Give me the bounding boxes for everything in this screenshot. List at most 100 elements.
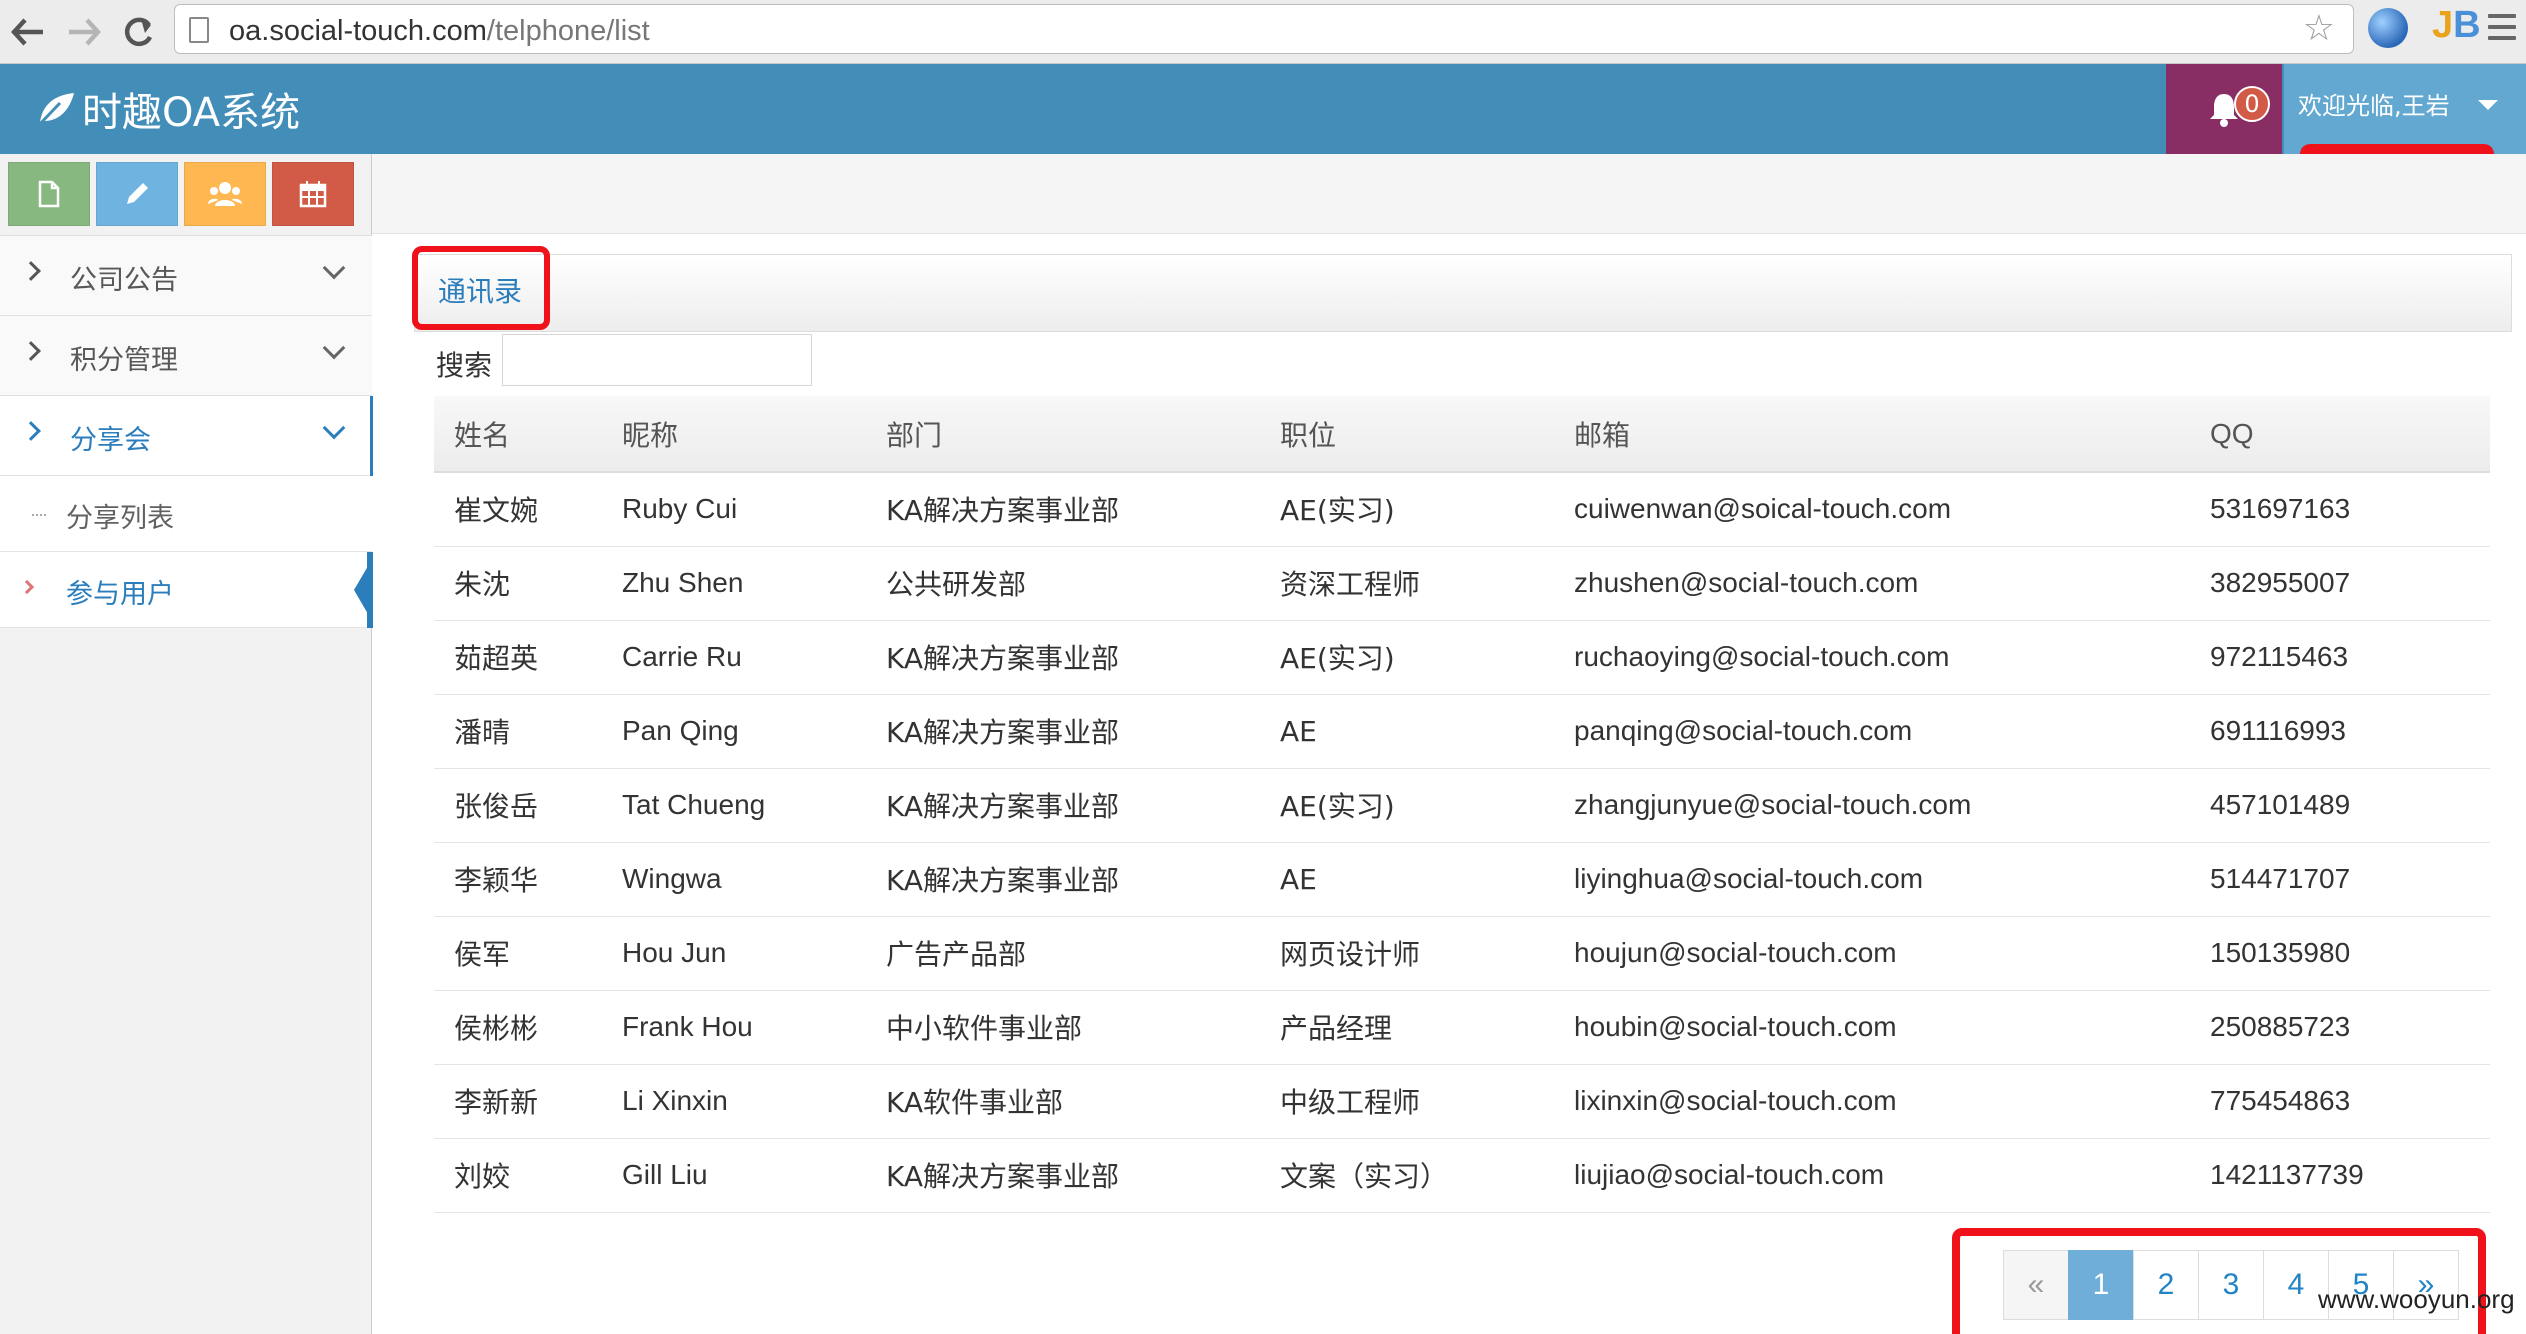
watermark-text: www.wooyun.org (2318, 1284, 2515, 1314)
shortcut-calendar-button[interactable] (272, 162, 354, 226)
cell-email: liujiao@social-touch.com (1554, 1138, 2190, 1213)
cell-email: lixinxin@social-touch.com (1554, 1064, 2190, 1139)
browser-menu-icon[interactable] (2488, 14, 2516, 47)
active-pointer (354, 566, 368, 614)
search-label: 搜索 (436, 349, 493, 382)
cell-nickname: Pan Qing (602, 694, 866, 769)
back-arrow-icon[interactable] (6, 10, 50, 54)
cell-name: 朱沈 (434, 546, 602, 621)
cell-department: KA解决方案事业部 (866, 1138, 1260, 1213)
cell-name: 刘姣 (434, 1138, 602, 1213)
bookmark-star-icon[interactable]: ☆ (2303, 11, 2335, 47)
globe-extension-icon[interactable] (2368, 8, 2408, 48)
chevron-right-icon (21, 421, 41, 441)
cell-email: ruchaoying@social-touch.com (1554, 620, 2190, 695)
chevron-down-icon (322, 416, 346, 440)
shortcut-pencil-button[interactable] (96, 162, 178, 226)
url-text[interactable]: oa.social-touch.com/telphone/list (229, 15, 650, 48)
table-row: 潘晴 Pan Qing KA解决方案事业部 AE panqing@social-touc… (434, 694, 2490, 769)
cell-nickname: Hou Jun (602, 916, 866, 991)
sidebar-item-sharing[interactable]: 分享会 (0, 396, 373, 476)
cell-department: KA软件事业部 (866, 1064, 1260, 1139)
sidebar-subitem-share-list[interactable]: 分享列表 (0, 476, 372, 552)
reload-icon[interactable] (116, 10, 160, 54)
chevron-down-icon (322, 336, 346, 360)
jetbrains-extension-icon[interactable]: JB (2432, 4, 2481, 47)
table-header-row: 姓名 昵称 部门 职位 邮箱 QQ (434, 396, 2490, 473)
table-row: 侯军 Hou Jun 广告产品部 网页设计师 houjun@social-touch.c… (434, 916, 2490, 991)
cell-nickname: Li Xinxin (602, 1064, 866, 1139)
cell-name: 李颖华 (434, 842, 602, 917)
cell-email: zhushen@social-touch.com (1554, 546, 2190, 621)
cell-department: KA解决方案事业部 (866, 842, 1260, 917)
sidebar-item-announcements[interactable]: 公司公告 (0, 236, 372, 316)
annotation-box-pagination (1952, 1228, 2486, 1334)
cell-position: AE(实习) (1260, 472, 1554, 547)
sidebar-item-label: 公司公告 (70, 265, 178, 296)
cell-qq: 457101489 (2190, 768, 2490, 843)
cell-name: 李新新 (434, 1064, 602, 1139)
cell-position: 网页设计师 (1260, 916, 1554, 991)
forward-arrow-icon[interactable] (62, 10, 106, 54)
calendar-icon (299, 181, 327, 208)
cell-email: zhangjunyue@social-touch.com (1554, 768, 2190, 843)
sidebar-item-label: 积分管理 (70, 345, 178, 376)
cell-position: AE (1260, 842, 1554, 917)
contacts-table: 姓名 昵称 部门 职位 邮箱 QQ 崔文婉 Ruby Cui KA解决方案事业部 AE… (434, 396, 2490, 1213)
cell-name: 侯军 (434, 916, 602, 991)
sidebar-item-points[interactable]: 积分管理 (0, 316, 372, 396)
cell-nickname: Gill Liu (602, 1138, 866, 1213)
chevron-right-icon (19, 579, 35, 595)
address-bar[interactable]: oa.social-touch.com/telphone/list ☆ (174, 4, 2354, 54)
annotation-box-title (412, 246, 550, 330)
breadcrumb-bar (372, 154, 2526, 234)
notification-badge: 0 (2234, 86, 2270, 122)
sidebar-item-label: 分享会 (70, 425, 151, 456)
column-header-department[interactable]: 部门 (866, 396, 1260, 473)
caret-down-icon (2478, 100, 2498, 110)
cell-position: 资深工程师 (1260, 546, 1554, 621)
brand-title: 时趣OA系统 (82, 90, 301, 136)
cell-position: 产品经理 (1260, 990, 1554, 1065)
cell-qq: 531697163 (2190, 472, 2490, 547)
cell-position: 文案（实习） (1260, 1138, 1554, 1213)
cell-email: liyinghua@social-touch.com (1554, 842, 2190, 917)
search-input[interactable] (502, 334, 812, 386)
cell-name: 潘晴 (434, 694, 602, 769)
cell-email: panqing@social-touch.com (1554, 694, 2190, 769)
browser-toolbar: oa.social-touch.com/telphone/list ☆ JB (0, 0, 2526, 64)
cell-qq: 972115463 (2190, 620, 2490, 695)
column-header-nickname[interactable]: 昵称 (602, 396, 866, 473)
table-row: 茹超英 Carrie Ru KA解决方案事业部 AE(实习) ruchaoying@so… (434, 620, 2490, 695)
table-row: 李颖华 Wingwa KA解决方案事业部 AE liyinghua@social-tou… (434, 842, 2490, 917)
cell-nickname: Frank Hou (602, 990, 866, 1065)
table-row: 侯彬彬 Frank Hou 中小软件事业部 产品经理 houbin@social-tou… (434, 990, 2490, 1065)
cell-qq: 775454863 (2190, 1064, 2490, 1139)
document-icon (38, 180, 60, 208)
notifications-button[interactable]: 0 (2166, 64, 2282, 154)
shortcut-document-button[interactable] (8, 162, 90, 226)
pencil-icon (127, 183, 148, 204)
cell-qq: 250885723 (2190, 990, 2490, 1065)
table-row: 崔文婉 Ruby Cui KA解决方案事业部 AE(实习) cuiwenwan@soic… (434, 472, 2490, 547)
cell-qq: 150135980 (2190, 916, 2490, 991)
column-header-name[interactable]: 姓名 (434, 396, 602, 473)
column-header-position[interactable]: 职位 (1260, 396, 1554, 473)
brand-logo[interactable]: 时趣OA系统 (36, 80, 300, 138)
table-row: 张俊岳 Tat Chueng KA解决方案事业部 AE(实习) zhangjunyue@… (434, 768, 2490, 843)
shortcut-users-button[interactable] (184, 162, 266, 226)
column-header-qq[interactable]: QQ (2190, 396, 2490, 473)
cell-department: KA解决方案事业部 (866, 620, 1260, 695)
sidebar-subitem-label: 分享列表 (66, 503, 174, 534)
shortcut-bar (0, 154, 372, 236)
cell-email: houjun@social-touch.com (1554, 916, 2190, 991)
cell-qq: 514471707 (2190, 842, 2490, 917)
sidebar-subitem-participants[interactable]: 参与用户 (0, 552, 373, 628)
user-menu[interactable]: 欢迎光临,王岩 (2284, 64, 2526, 154)
table-row: 李新新 Li Xinxin KA软件事业部 中级工程师 lixinxin@social-… (434, 1064, 2490, 1139)
cell-department: 中小软件事业部 (866, 990, 1260, 1065)
tree-dash (32, 514, 46, 516)
column-header-email[interactable]: 邮箱 (1554, 396, 2190, 473)
cell-qq: 1421137739 (2190, 1138, 2490, 1213)
cell-qq: 691116993 (2190, 694, 2490, 769)
